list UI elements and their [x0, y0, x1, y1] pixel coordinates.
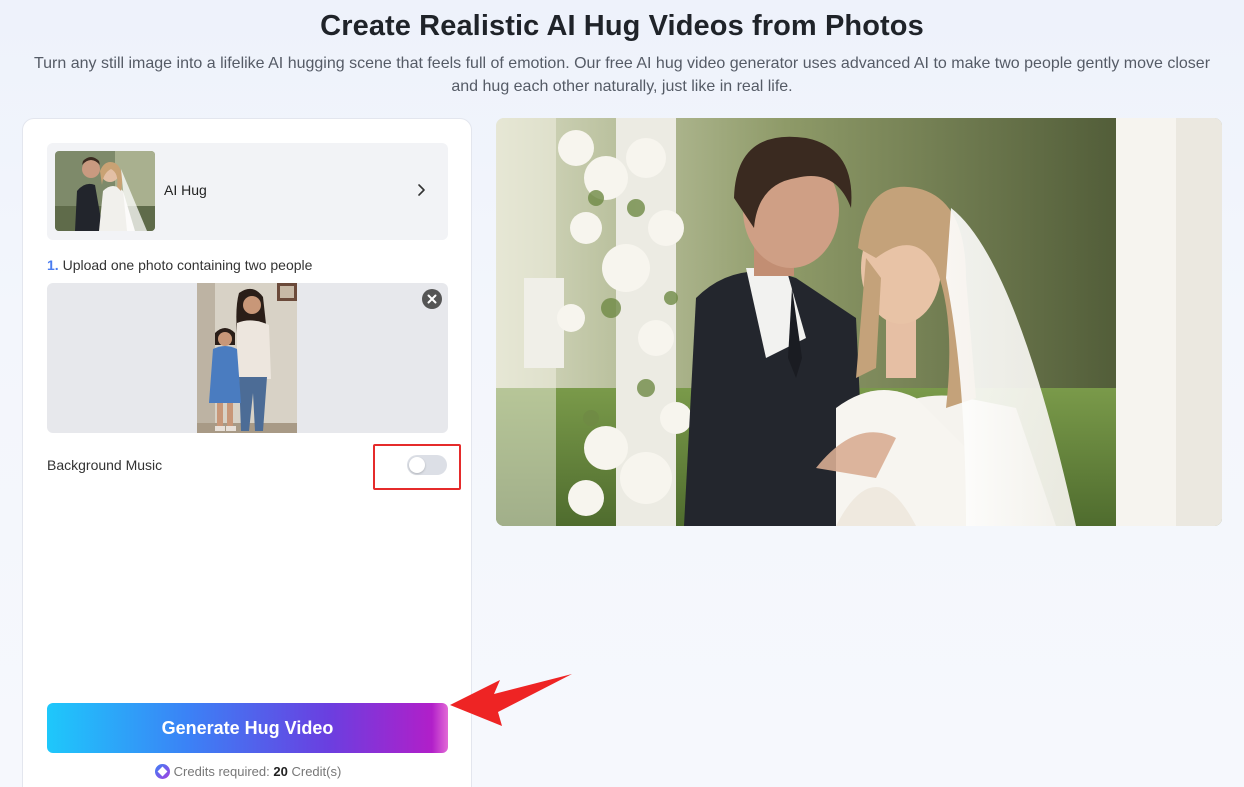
- preview-image: [496, 118, 1222, 526]
- close-icon: [427, 294, 437, 304]
- uploaded-photo: [197, 283, 297, 433]
- page-title: Create Realistic AI Hug Videos from Phot…: [320, 10, 924, 42]
- credits-suffix: Credit(s): [291, 764, 342, 779]
- upload-step-label: 1. Upload one photo containing two peopl…: [47, 257, 312, 273]
- background-music-label: Background Music: [47, 457, 163, 473]
- credit-icon: [154, 764, 170, 779]
- template-thumbnail: [55, 151, 155, 231]
- step-number: 1.: [47, 257, 59, 273]
- credits-info: Credits required: 20 Credit(s): [23, 764, 473, 779]
- chevron-right-icon: [418, 184, 425, 196]
- annotation-highlight-box: [373, 444, 461, 490]
- generate-hug-video-button[interactable]: Generate Hug Video: [47, 703, 448, 753]
- credits-amount: 20: [273, 764, 288, 779]
- credits-prefix: Credits required:: [173, 764, 270, 779]
- generator-panel: AI Hug 1. Upload one photo containing tw…: [22, 118, 472, 787]
- step-text: Upload one photo containing two people: [62, 257, 313, 273]
- upload-area[interactable]: [47, 283, 448, 433]
- annotation-arrow: [450, 674, 572, 726]
- template-label: AI Hug: [164, 182, 207, 198]
- remove-photo-button[interactable]: [422, 289, 442, 309]
- template-selector[interactable]: AI Hug: [47, 143, 448, 240]
- page-subtitle: Turn any still image into a lifelike AI …: [33, 55, 1211, 95]
